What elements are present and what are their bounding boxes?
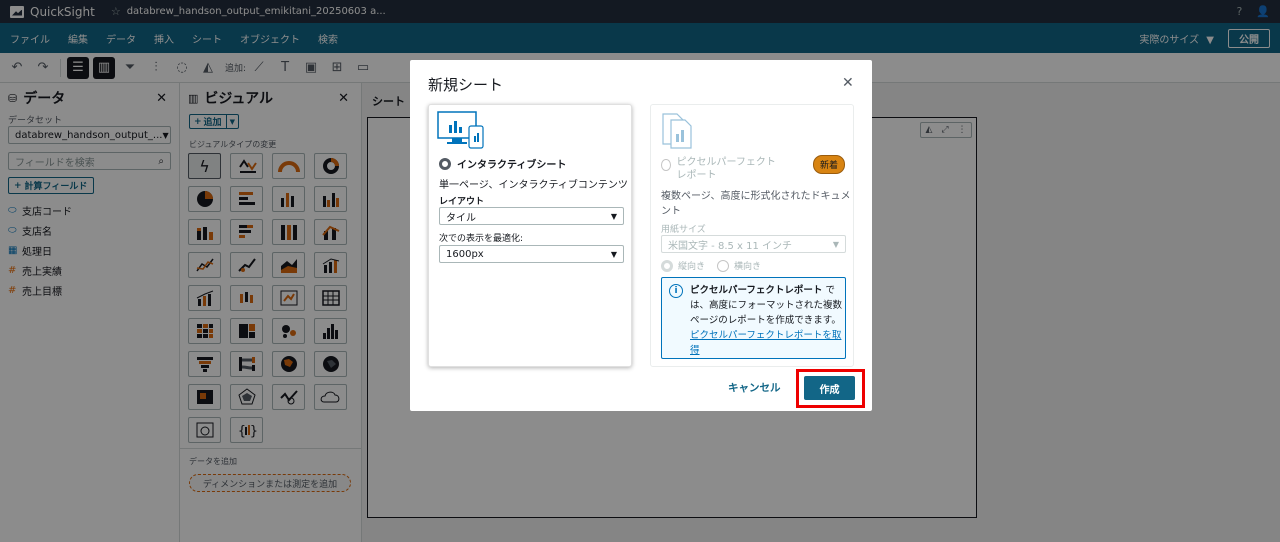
- interactive-desc: 単一ページ、インタラクティブコンテンツ: [439, 180, 628, 191]
- chevron-down-icon: ▼: [832, 239, 839, 249]
- pixel-report-icon: [662, 113, 692, 149]
- pixel-desc: 複数ページ、高度に形式化されたドキュメント: [661, 191, 851, 217]
- layout-select[interactable]: タイル ▼: [439, 207, 624, 225]
- interactive-sheet-card[interactable]: インタラクティブシート 単一ページ、インタラクティブコンテンツ レイアウト タイ…: [428, 104, 632, 367]
- portrait-label: 縦向き: [678, 262, 706, 272]
- pixel-radio: [661, 159, 671, 171]
- interactive-dashboard-icon: [437, 111, 484, 149]
- optimize-select[interactable]: 1600px ▼: [439, 245, 624, 263]
- chevron-down-icon: ▼: [610, 249, 617, 259]
- landscape-label: 横向き: [734, 262, 762, 272]
- optimize-value: 1600px: [446, 248, 484, 260]
- close-icon[interactable]: ✕: [842, 75, 854, 91]
- landscape-radio: [717, 259, 730, 272]
- pixel-radio-row: ピクセルパーフェクトレポート: [661, 156, 781, 182]
- pixel-perfect-card[interactable]: ピクセルパーフェクトレポート 新着 複数ページ、高度に形式化されたドキュメント …: [650, 104, 854, 367]
- new-sheet-dialog: 新規シート ✕ インタラクティブシート 単一ページ、インタラクティブコンテンツ …: [410, 60, 872, 411]
- new-badge: 新着: [813, 155, 846, 174]
- info-text-block: ピクセルパーフェクトレポート では、高度にフォーマットされた複数ページのレポート…: [690, 283, 842, 358]
- dialog-title: 新規シート: [428, 76, 504, 94]
- info-icon: i: [669, 284, 683, 298]
- portrait-radio: [661, 259, 673, 272]
- layout-value: タイル: [446, 212, 476, 224]
- cancel-button[interactable]: キャンセル: [728, 380, 781, 395]
- info-link[interactable]: ピクセルパーフェクトレポートを取得: [690, 330, 841, 356]
- interactive-radio-row[interactable]: インタラクティブシート: [439, 156, 566, 171]
- layout-label: レイアウト: [439, 197, 485, 207]
- chevron-down-icon: ▼: [610, 211, 617, 221]
- interactive-radio[interactable]: [439, 157, 451, 170]
- orientation-row: 縦向き 横向き: [661, 259, 761, 272]
- paper-size-label: 用紙サイズ: [661, 225, 706, 235]
- optimize-label: 次での表示を最適化:: [439, 234, 524, 244]
- pixel-label: ピクセルパーフェクトレポート: [676, 157, 776, 181]
- interactive-label: インタラクティブシート: [457, 160, 567, 171]
- create-button[interactable]: 作成: [804, 376, 855, 400]
- pixel-info-box: i ピクセルパーフェクトレポート では、高度にフォーマットされた複数ページのレポ…: [661, 277, 846, 359]
- paper-size-value: 米国文字 - 8.5 x 11 インチ: [668, 240, 793, 252]
- info-bold: ピクセルパーフェクトレポート: [690, 285, 823, 296]
- paper-size-select: 米国文字 - 8.5 x 11 インチ ▼: [661, 235, 846, 253]
